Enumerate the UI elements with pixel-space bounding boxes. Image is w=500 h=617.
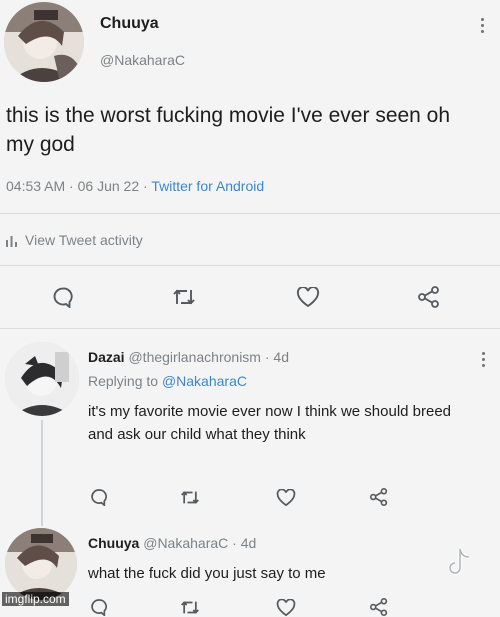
tweet-age: 4d xyxy=(240,535,257,551)
avatar[interactable] xyxy=(5,342,79,416)
share-icon[interactable] xyxy=(370,598,388,616)
like-icon[interactable] xyxy=(296,287,320,308)
share-icon[interactable] xyxy=(370,488,388,506)
thread-line xyxy=(41,420,43,526)
author-handle[interactable]: @NakaharaC xyxy=(100,52,185,68)
divider xyxy=(0,265,500,266)
tweet-age: 4d xyxy=(273,349,289,365)
divider xyxy=(0,328,500,329)
tweet-date: 06 Jun 22 xyxy=(77,178,140,194)
reply-icon[interactable] xyxy=(52,286,74,308)
meta-separator: · xyxy=(69,178,78,194)
imgflip-watermark: imgflip.com xyxy=(2,592,69,606)
retweet-icon[interactable] xyxy=(172,287,196,307)
view-tweet-activity[interactable]: View Tweet activity xyxy=(6,232,143,248)
like-icon[interactable] xyxy=(276,599,296,617)
reply-header: Dazai @thegirlanachronism · 4d xyxy=(88,349,289,365)
view-tweet-activity-label: View Tweet activity xyxy=(25,232,143,248)
more-icon[interactable] xyxy=(481,18,485,36)
tweet-source[interactable]: Twitter for Android xyxy=(151,178,264,194)
avatar[interactable] xyxy=(5,528,77,600)
retweet-icon[interactable] xyxy=(180,489,200,506)
more-icon[interactable] xyxy=(482,352,486,370)
tiktok-logo-icon xyxy=(444,546,474,580)
tweet-text: it's my favorite movie ever now I think … xyxy=(88,403,452,443)
share-icon[interactable] xyxy=(418,286,440,308)
divider xyxy=(0,213,500,214)
tweet-time: 04:53 AM xyxy=(6,178,66,194)
reply-icon[interactable] xyxy=(90,488,108,506)
replying-to-label: Replying to xyxy=(88,373,159,389)
tweet-text: what the fuck did you just say to me xyxy=(88,565,326,582)
author-name[interactable]: Dazai xyxy=(88,349,125,365)
meta-separator: · xyxy=(232,535,241,551)
tweet-meta: 04:53 AM · 06 Jun 22 · Twitter for Andro… xyxy=(6,178,264,194)
tweet-text: this is the worst fucking movie I've eve… xyxy=(6,104,451,156)
author-name[interactable]: Chuuya xyxy=(100,15,159,33)
like-icon[interactable] xyxy=(276,489,296,507)
replying-to-handle[interactable]: @NakaharaC xyxy=(162,373,247,389)
author-name[interactable]: Chuuya xyxy=(88,535,139,551)
bar-chart-icon xyxy=(6,234,17,247)
reply-header: Chuuya @NakaharaC · 4d xyxy=(88,535,256,551)
reply-icon[interactable] xyxy=(90,598,108,616)
replying-to: Replying to @NakaharaC xyxy=(88,373,247,389)
avatar[interactable] xyxy=(4,2,84,82)
author-handle[interactable]: @NakaharaC xyxy=(143,535,228,551)
author-handle[interactable]: @thegirlanachronism xyxy=(128,349,261,365)
